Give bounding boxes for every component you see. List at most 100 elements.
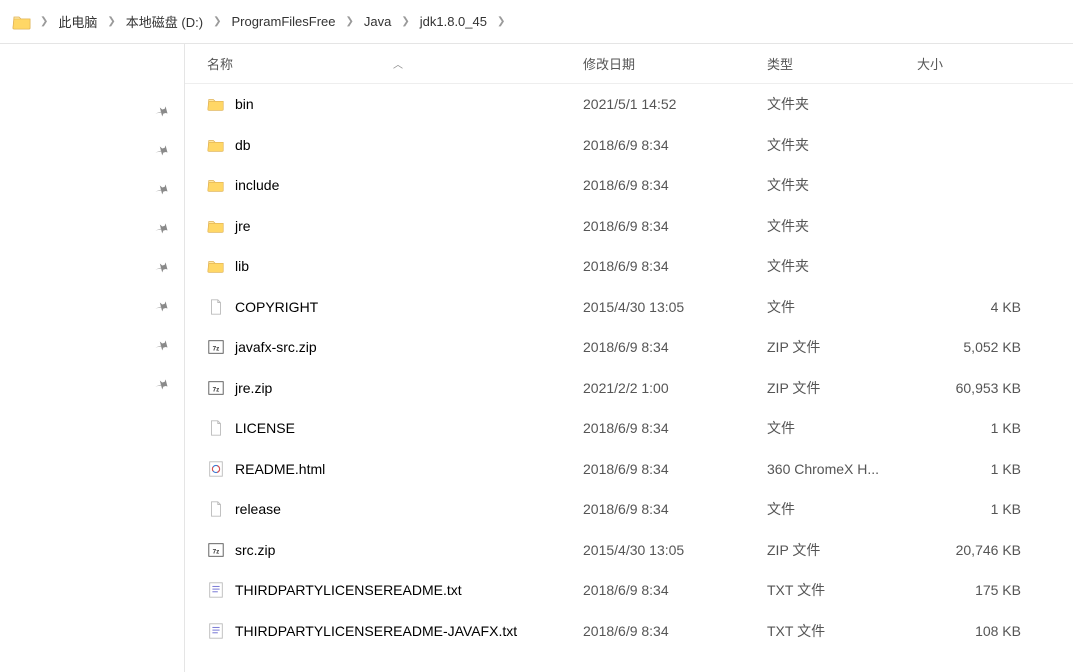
- cell-size: 5,052 KB: [917, 339, 1027, 355]
- breadcrumb-item-drive[interactable]: 本地磁盘 (D:): [124, 10, 205, 33]
- pin-icon[interactable]: [151, 102, 172, 124]
- cell-name: db: [207, 136, 583, 154]
- cell-size: 4 KB: [917, 299, 1027, 315]
- cell-date: 2018/6/9 8:34: [583, 461, 767, 477]
- cell-size: 1 KB: [917, 461, 1027, 477]
- cell-size: 108 KB: [917, 623, 1027, 639]
- file-name: jre.zip: [235, 380, 272, 396]
- cell-name: include: [207, 176, 583, 194]
- folder-icon: [12, 12, 32, 32]
- file-row[interactable]: db 2018/6/9 8:34文件夹: [185, 125, 1073, 166]
- cell-name: jre: [207, 217, 583, 235]
- file-name: lib: [235, 258, 249, 274]
- folder-icon: [207, 95, 225, 113]
- zip-icon: 7z: [207, 338, 225, 356]
- file-row[interactable]: jre2018/6/9 8:34文件夹: [185, 206, 1073, 247]
- zip-icon: 7z: [207, 379, 225, 397]
- cell-type: TXT 文件: [767, 621, 917, 641]
- cell-name: THIRDPARTYLICENSEREADME-JAVAFX.txt: [207, 622, 583, 640]
- cell-size: 20,746 KB: [917, 542, 1027, 558]
- file-row[interactable]: THIRDPARTYLICENSEREADME-JAVAFX.txt 2018/6…: [185, 611, 1073, 652]
- file-name: include: [235, 177, 279, 193]
- breadcrumb-item-java[interactable]: Java: [362, 12, 393, 31]
- file-name: db: [235, 137, 251, 153]
- cell-type: ZIP 文件: [767, 378, 917, 398]
- cell-type: 文件夹: [767, 175, 917, 195]
- svg-text:7z: 7z: [213, 548, 220, 555]
- cell-type: 文件夹: [767, 135, 917, 155]
- cell-type: 文件: [767, 499, 917, 519]
- file-pane: 名称 ︿ 修改日期 类型 大小 bin2021/5/1 14:52文件夹 db 20…: [185, 44, 1073, 672]
- cell-type: 360 ChromeX H...: [767, 461, 917, 477]
- pin-icon[interactable]: [151, 180, 172, 202]
- file-icon: [207, 419, 225, 437]
- file-row[interactable]: LICENSE2018/6/9 8:34文件1 KB: [185, 408, 1073, 449]
- pin-icon[interactable]: [151, 219, 172, 241]
- pin-icon[interactable]: [151, 336, 172, 358]
- breadcrumb-item-programfilesfree[interactable]: ProgramFilesFree: [229, 12, 337, 31]
- folder-icon: [207, 217, 225, 235]
- folder-icon: [207, 176, 225, 194]
- cell-date: 2018/6/9 8:34: [583, 177, 767, 193]
- column-header-type[interactable]: 类型: [767, 54, 917, 73]
- file-list: bin2021/5/1 14:52文件夹db2018/6/9 8:34文件夹in…: [185, 84, 1073, 672]
- cell-date: 2018/6/9 8:34: [583, 137, 767, 153]
- cell-name: bin: [207, 95, 583, 113]
- file-name: src.zip: [235, 542, 275, 558]
- breadcrumb-item-jdk[interactable]: jdk1.8.0_45: [418, 12, 489, 31]
- cell-type: 文件夹: [767, 216, 917, 236]
- html-icon: [207, 460, 225, 478]
- file-icon: [207, 298, 225, 316]
- file-row[interactable]: README.html 2018/6/9 8:34360 ChromeX H...…: [185, 449, 1073, 490]
- cell-type: ZIP 文件: [767, 337, 917, 357]
- file-row[interactable]: 7zsrc.zip2015/4/30 13:05ZIP 文件20,746 KB: [185, 530, 1073, 571]
- file-name: jre: [235, 218, 251, 234]
- svg-text:7z: 7z: [213, 346, 220, 353]
- breadcrumb[interactable]: ❯ 此电脑 ❯ 本地磁盘 (D:) ❯ ProgramFilesFree ❯ J…: [0, 0, 1073, 44]
- pin-icon[interactable]: [151, 258, 172, 280]
- column-header-size[interactable]: 大小: [917, 54, 1027, 73]
- cell-size: 60,953 KB: [917, 380, 1027, 396]
- cell-type: 文件夹: [767, 94, 917, 114]
- cell-name: release: [207, 500, 583, 518]
- cell-type: 文件: [767, 297, 917, 317]
- file-row[interactable]: THIRDPARTYLICENSEREADME.txt 2018/6/9 8:34…: [185, 570, 1073, 611]
- cell-date: 2018/6/9 8:34: [583, 258, 767, 274]
- cell-name: COPYRIGHT: [207, 298, 583, 316]
- file-name: javafx-src.zip: [235, 339, 317, 355]
- cell-size: 1 KB: [917, 420, 1027, 436]
- cell-date: 2018/6/9 8:34: [583, 582, 767, 598]
- cell-type: 文件: [767, 418, 917, 438]
- file-name: THIRDPARTYLICENSEREADME-JAVAFX.txt: [235, 623, 517, 639]
- file-name: THIRDPARTYLICENSEREADME.txt: [235, 582, 462, 598]
- column-header-name[interactable]: 名称 ︿: [207, 54, 583, 73]
- file-row[interactable]: 7z javafx-src.zip 2018/6/9 8:34ZIP 文件5,052…: [185, 327, 1073, 368]
- file-row[interactable]: COPYRIGHT2015/4/30 13:05文件4 KB: [185, 287, 1073, 328]
- file-row[interactable]: bin2021/5/1 14:52文件夹: [185, 84, 1073, 125]
- file-name: README.html: [235, 461, 325, 477]
- cell-type: ZIP 文件: [767, 540, 917, 560]
- pin-icon[interactable]: [151, 141, 172, 163]
- file-row[interactable]: include 2018/6/9 8:34文件夹: [185, 165, 1073, 206]
- file-icon: [207, 500, 225, 518]
- cell-date: 2018/6/9 8:34: [583, 623, 767, 639]
- breadcrumb-item-pc[interactable]: 此电脑: [56, 10, 99, 33]
- chevron-right-icon: ❯: [211, 16, 223, 27]
- file-name: LICENSE: [235, 420, 295, 436]
- column-header-date[interactable]: 修改日期: [583, 54, 767, 73]
- sort-indicator-icon: ︿: [393, 56, 403, 71]
- cell-name: lib: [207, 257, 583, 275]
- file-row[interactable]: release2018/6/9 8:34文件1 KB: [185, 489, 1073, 530]
- svg-text:7z: 7z: [213, 386, 220, 393]
- file-row[interactable]: lib2018/6/9 8:34文件夹: [185, 246, 1073, 287]
- pin-icon[interactable]: [151, 375, 172, 397]
- cell-date: 2018/6/9 8:34: [583, 339, 767, 355]
- chevron-right-icon: ❯: [344, 16, 356, 27]
- pin-icon[interactable]: [151, 297, 172, 319]
- file-row[interactable]: 7zjre.zip2021/2/2 1:00ZIP 文件60,953 KB: [185, 368, 1073, 409]
- chevron-right-icon: ❯: [105, 16, 117, 27]
- column-headers: 名称 ︿ 修改日期 类型 大小: [185, 44, 1073, 84]
- txt-icon: [207, 581, 225, 599]
- folder-icon: [207, 136, 225, 154]
- folder-icon: [207, 257, 225, 275]
